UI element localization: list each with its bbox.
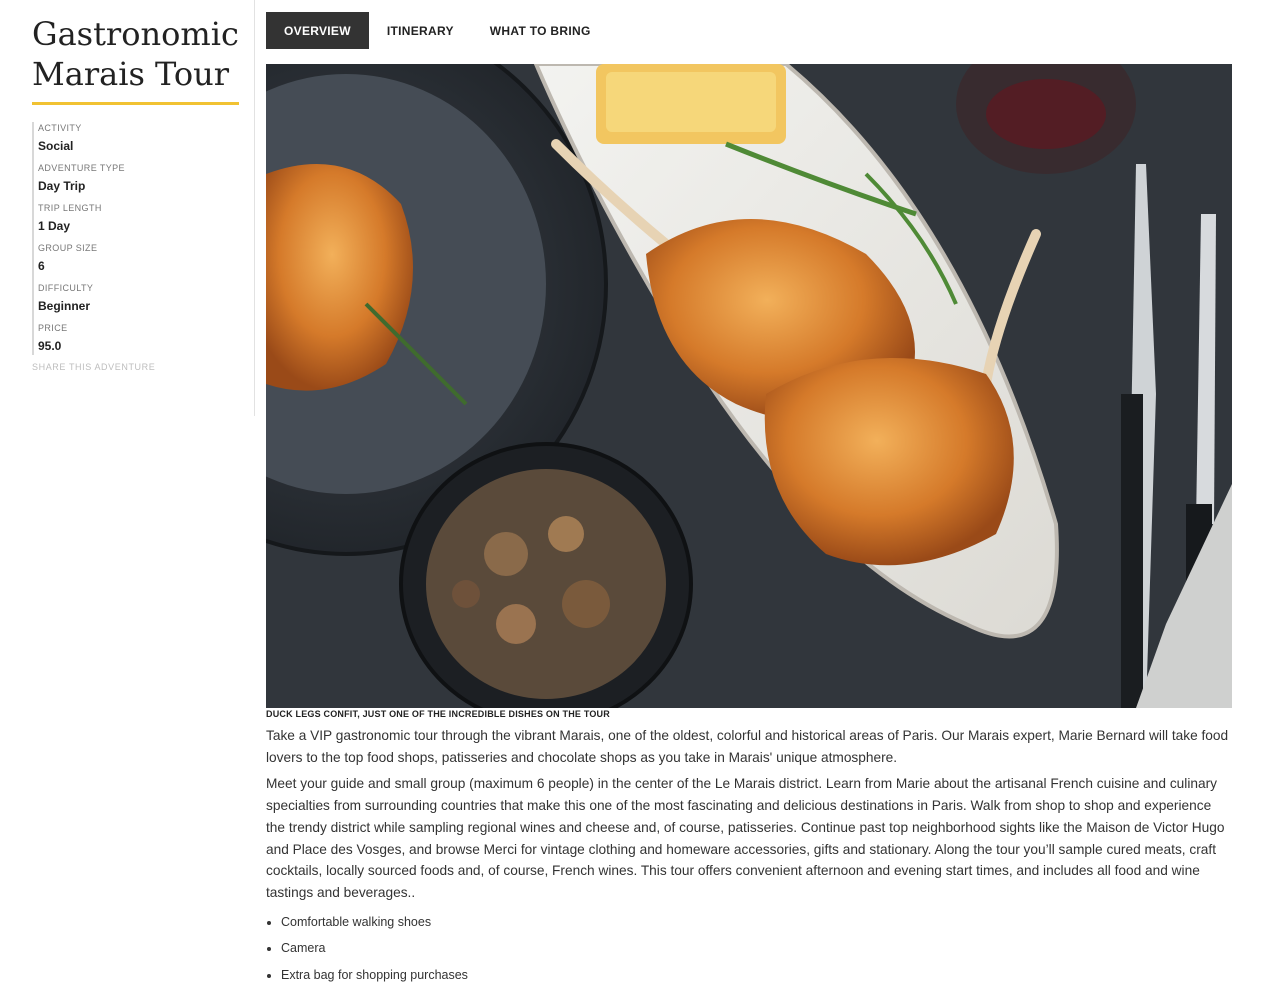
sidebar-divider [254, 0, 255, 416]
fact-label: GROUP SIZE [38, 243, 98, 253]
fact-value: 95.0 [38, 339, 62, 353]
tab-itinerary[interactable]: ITINERARY [369, 12, 472, 49]
fact-price: PRICE 95.0 [38, 322, 239, 355]
list-item: Extra bag for shopping purchases [281, 962, 1232, 989]
hero-image [266, 64, 1232, 708]
fact-label: ADVENTURE TYPE [38, 163, 125, 173]
tab-overview[interactable]: OVERVIEW [266, 12, 369, 49]
share-link[interactable]: SHARE THIS ADVENTURE [32, 362, 239, 372]
fact-label: TRIP LENGTH [38, 203, 102, 213]
page-title: Gastronomic Marais Tour [32, 14, 239, 105]
fact-value: Social [38, 139, 74, 153]
fact-group-size: GROUP SIZE 6 [38, 242, 239, 275]
tab-what-to-bring[interactable]: WHAT TO BRING [472, 12, 609, 49]
list-item: Comfortable walking shoes [281, 909, 1232, 936]
fact-label: DIFFICULTY [38, 283, 94, 293]
list-item: Camera [281, 935, 1232, 962]
image-caption: DUCK LEGS CONFIT, JUST ONE OF THE INCRED… [266, 709, 610, 719]
sidebar: Gastronomic Marais Tour ACTIVITY Social … [32, 14, 239, 372]
tab-bar: OVERVIEW ITINERARY WHAT TO BRING [266, 12, 609, 49]
fact-adventure-type: ADVENTURE TYPE Day Trip [38, 162, 239, 195]
overview-content: Take a VIP gastronomic tour through the … [266, 725, 1232, 988]
fact-trip-length: TRIP LENGTH 1 Day [38, 202, 239, 235]
fact-label: PRICE [38, 323, 68, 333]
what-to-bring-list: Comfortable walking shoes Camera Extra b… [266, 909, 1232, 989]
fact-activity: ACTIVITY Social [38, 122, 239, 155]
fact-label: ACTIVITY [38, 123, 82, 133]
fact-difficulty: DIFFICULTY Beginner [38, 282, 239, 315]
detail-paragraph: Meet your guide and small group (maximum… [266, 776, 1225, 900]
fact-value: 6 [38, 259, 45, 273]
fact-value: Day Trip [38, 179, 86, 193]
fact-value: Beginner [38, 299, 91, 313]
intro-paragraph: Take a VIP gastronomic tour through the … [266, 728, 1229, 765]
trip-facts: ACTIVITY Social ADVENTURE TYPE Day Trip … [32, 122, 239, 355]
duck-confit-photo [266, 64, 1232, 708]
fact-value: 1 Day [38, 219, 71, 233]
